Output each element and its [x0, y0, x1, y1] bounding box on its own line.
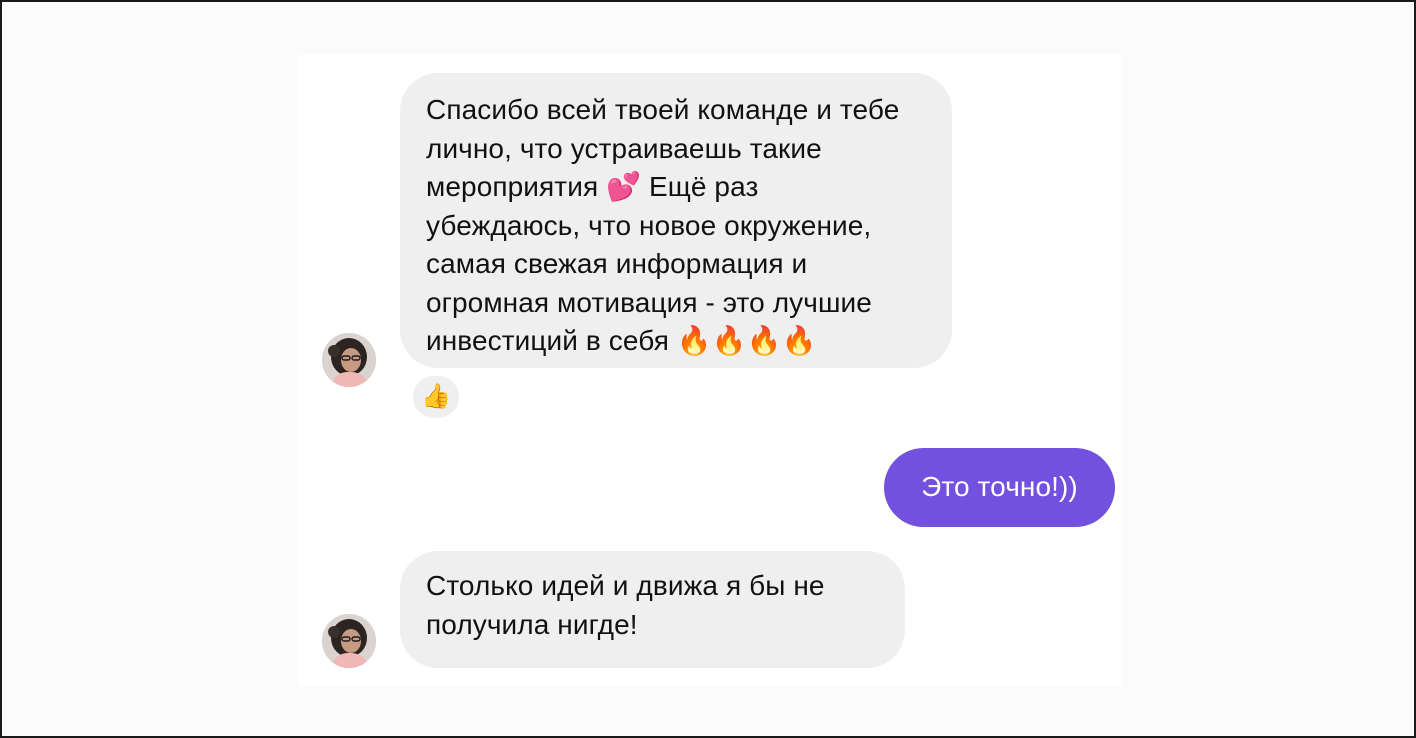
thumbs-up-icon: 👍 [421, 383, 451, 410]
screenshot-frame: Спасибо всей твоей команде и тебе лично,… [0, 0, 1416, 738]
avatar[interactable] [322, 333, 376, 387]
chat-thread[interactable]: Спасибо всей твоей команде и тебе лично,… [298, 54, 1122, 686]
message-bubble-incoming[interactable]: Спасибо всей твоей команде и тебе лично,… [400, 73, 952, 368]
avatar-photo-icon [322, 333, 376, 387]
message-bubble-incoming[interactable]: Столько идей и движа я бы не получила ни… [400, 551, 905, 668]
avatar[interactable] [322, 614, 376, 668]
avatar-photo-icon [322, 614, 376, 668]
message-bubble-outgoing[interactable]: Это точно!)) [884, 448, 1115, 527]
reaction-badge[interactable]: 👍 [409, 372, 463, 422]
